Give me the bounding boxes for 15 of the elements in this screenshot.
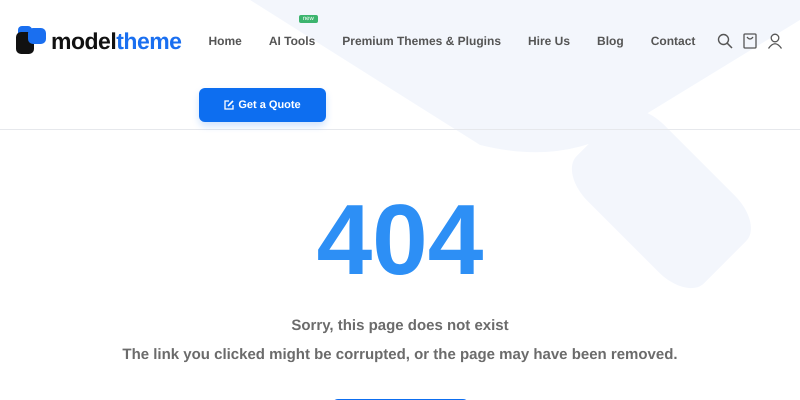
nav-link[interactable]: Contact — [650, 34, 696, 48]
error-message: The link you clicked might be corrupted, or the page may have been removed. — [122, 346, 678, 363]
nav-link[interactable]: Premium Themes & Plugins — [342, 34, 501, 48]
nav-link[interactable]: AI Tools — [268, 34, 316, 48]
user-icon[interactable] — [767, 33, 784, 49]
shopping-bag-icon[interactable] — [743, 33, 758, 49]
search-icon[interactable] — [717, 33, 734, 49]
logo-text[interactable]: modeltheme — [51, 28, 182, 54]
error-code: 404 — [316, 190, 484, 290]
edit-icon — [224, 100, 234, 110]
get-a-quote-button[interactable]: Get a Quote — [199, 88, 326, 122]
nav-link[interactable]: Home — [208, 34, 242, 48]
nav-link[interactable]: Blog — [597, 34, 624, 48]
error-title: Sorry, this page does not exist — [291, 317, 509, 334]
nav-link[interactable]: Hire Us — [528, 34, 570, 48]
